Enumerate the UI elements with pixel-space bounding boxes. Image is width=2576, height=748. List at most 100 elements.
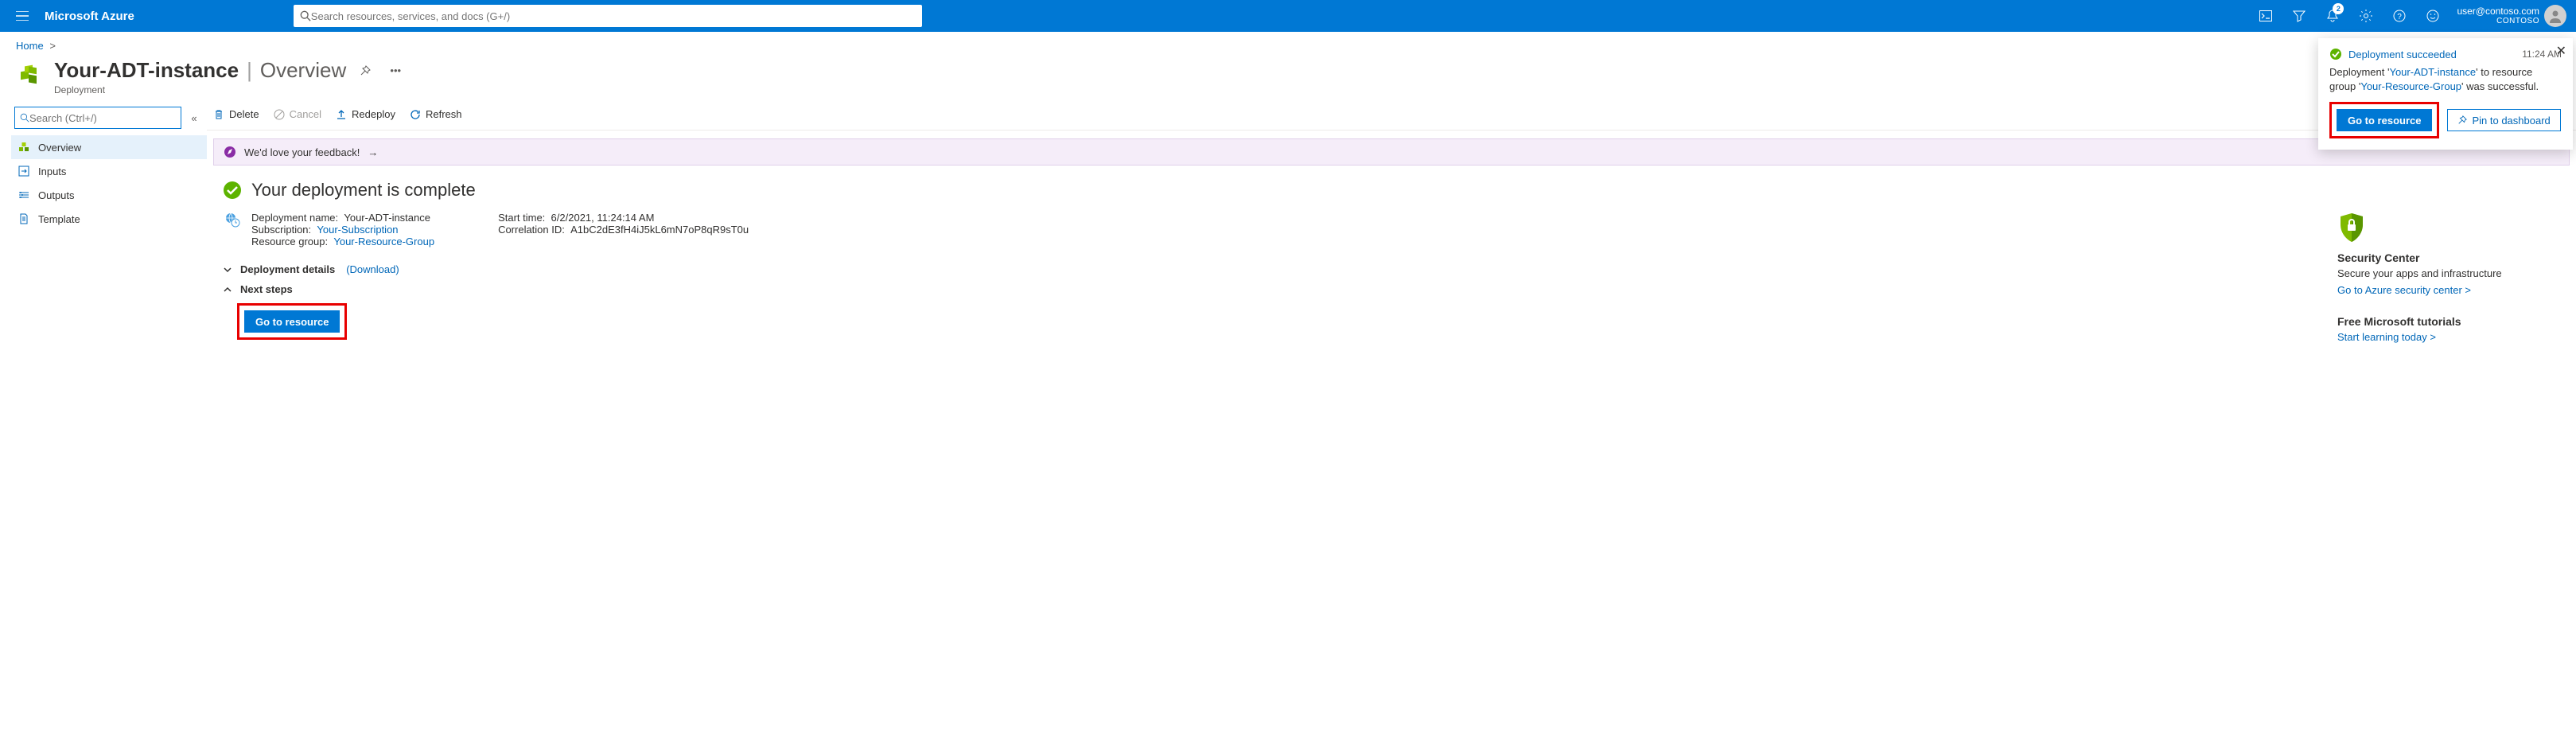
user-email: user@contoso.com [2457,6,2539,17]
directory-filter-button[interactable] [2283,0,2315,32]
notifications-button[interactable]: 2 [2317,0,2348,32]
next-steps-section[interactable]: Next steps [223,283,2306,295]
security-center-title: Security Center [2337,251,2560,264]
trash-icon [213,109,224,120]
blade-header: Your-ADT-instance | Overview ••• Deploym… [0,52,2576,99]
sidebar-item-label: Overview [38,142,81,154]
feedback-text: We'd love your feedback! [244,146,360,158]
settings-button[interactable] [2350,0,2382,32]
breadcrumb: Home > [0,32,2576,52]
redeploy-button[interactable]: Redeploy [336,108,395,120]
close-icon: ✕ [2556,45,2566,58]
subscription-link[interactable]: Your-Subscription [317,224,398,236]
smiley-icon [2426,10,2439,22]
ellipsis-icon: ••• [390,64,401,76]
meta-label: Start time: [498,212,545,224]
notification-badge: 2 [2333,3,2344,14]
arrow-right-icon: → [368,146,378,158]
search-icon [20,113,29,123]
section-label: Deployment details [240,263,335,275]
right-panel: Security Center Secure your apps and inf… [2337,180,2560,362]
globe-clock-icon [224,212,240,247]
blade-section: Overview [260,58,346,83]
hamburger-menu[interactable] [6,0,38,32]
breadcrumb-home[interactable]: Home [16,40,44,52]
cloud-shell-button[interactable] [2250,0,2282,32]
sidebar-item-overview[interactable]: Overview [11,135,207,159]
chevron-left-icon: « [191,112,197,124]
chevron-down-icon [223,265,234,275]
refresh-button[interactable]: Refresh [410,108,462,120]
sidebar-item-label: Template [38,213,80,225]
deployment-status: Your deployment is complete [223,180,2306,201]
overview-icon [18,141,30,154]
cloud-shell-icon [2259,10,2272,21]
deployment-details-section[interactable]: Deployment details (Download) [223,263,2306,275]
sidebar-search[interactable] [14,107,181,129]
tutorials-title: Free Microsoft tutorials [2337,315,2560,328]
toast-resource-group-link[interactable]: Your-Resource-Group [2360,80,2461,92]
deployment-meta: Deployment name: Your-ADT-instance Subsc… [224,212,2306,247]
toast-pin-to-dashboard-button[interactable]: Pin to dashboard [2447,109,2560,131]
topbar-icons: 2 ? [2250,0,2449,32]
toast-go-to-resource-highlight: Go to resource [2329,102,2439,138]
security-center-link[interactable]: Go to Azure security center > [2337,284,2560,296]
status-title: Your deployment is complete [251,180,476,201]
blade-title: Your-ADT-instance [54,58,239,83]
feedback-bar[interactable]: We'd love your feedback! → [213,138,2570,166]
correlation-id-value: A1bC2dE3fH4iJ5kL6mN7oP8qR9sT0u [570,224,749,236]
go-to-resource-highlight: Go to resource [237,303,347,340]
cancel-icon [274,109,285,120]
meta-label: Deployment name: [251,212,338,224]
filter-icon [2293,10,2306,22]
resource-group-link[interactable]: Your-Resource-Group [333,236,434,247]
feedback-button[interactable] [2417,0,2449,32]
gear-icon [2360,10,2372,22]
more-button[interactable]: ••• [384,60,407,82]
inputs-icon [18,165,30,177]
help-button[interactable]: ? [2383,0,2415,32]
meta-label: Resource group: [251,236,328,247]
go-to-resource-button[interactable]: Go to resource [244,310,340,333]
sidebar-item-inputs[interactable]: Inputs [11,159,207,183]
sidebar-collapse-button[interactable]: « [186,110,202,126]
user-org: CONTOSO [2457,17,2539,26]
toast-body: Deployment 'Your-ADT-instance' to resour… [2329,65,2562,94]
breadcrumb-separator: > [49,40,56,52]
toast-close-button[interactable]: ✕ [2556,43,2566,59]
deployment-name-value: Your-ADT-instance [344,212,430,224]
toast-title[interactable]: Deployment succeeded [2348,49,2516,60]
delete-button[interactable]: Delete [213,108,259,120]
sidebar-item-template[interactable]: Template [11,207,207,231]
global-search[interactable] [294,5,922,27]
sidebar-item-label: Outputs [38,189,75,201]
notification-toast: ✕ Deployment succeeded 11:24 AM Deployme… [2318,38,2573,150]
upload-icon [336,109,347,120]
tutorials-link[interactable]: Start learning today > [2337,331,2560,343]
pin-icon [360,65,371,76]
avatar[interactable] [2544,5,2566,27]
refresh-icon [410,109,421,120]
brand-label[interactable]: Microsoft Azure [45,10,134,23]
template-icon [18,212,30,225]
toolbar-label: Delete [229,108,259,120]
account-info[interactable]: user@contoso.com CONTOSO [2457,6,2539,26]
success-icon [2329,48,2342,60]
security-center-desc: Secure your apps and infrastructure [2337,267,2560,279]
toast-deployment-link[interactable]: Your-ADT-instance [2389,66,2476,78]
help-icon: ? [2393,10,2406,22]
meta-label: Subscription: [251,224,311,236]
person-icon [2548,9,2562,23]
sidebar-search-input[interactable] [29,112,176,124]
sidebar-item-outputs[interactable]: Outputs [11,183,207,207]
toast-go-to-resource-button[interactable]: Go to resource [2337,109,2432,131]
global-search-input[interactable] [311,10,916,22]
compass-icon [224,146,236,158]
cancel-button: Cancel [274,108,321,120]
section-label: Next steps [240,283,293,295]
topbar: Microsoft Azure 2 ? user@contoso.com CON… [0,0,2576,32]
download-link[interactable]: (Download) [346,263,399,275]
sidebar: « Overview Inputs Outputs Template [0,99,207,362]
pin-icon [2457,115,2467,125]
pin-button[interactable] [354,60,376,82]
